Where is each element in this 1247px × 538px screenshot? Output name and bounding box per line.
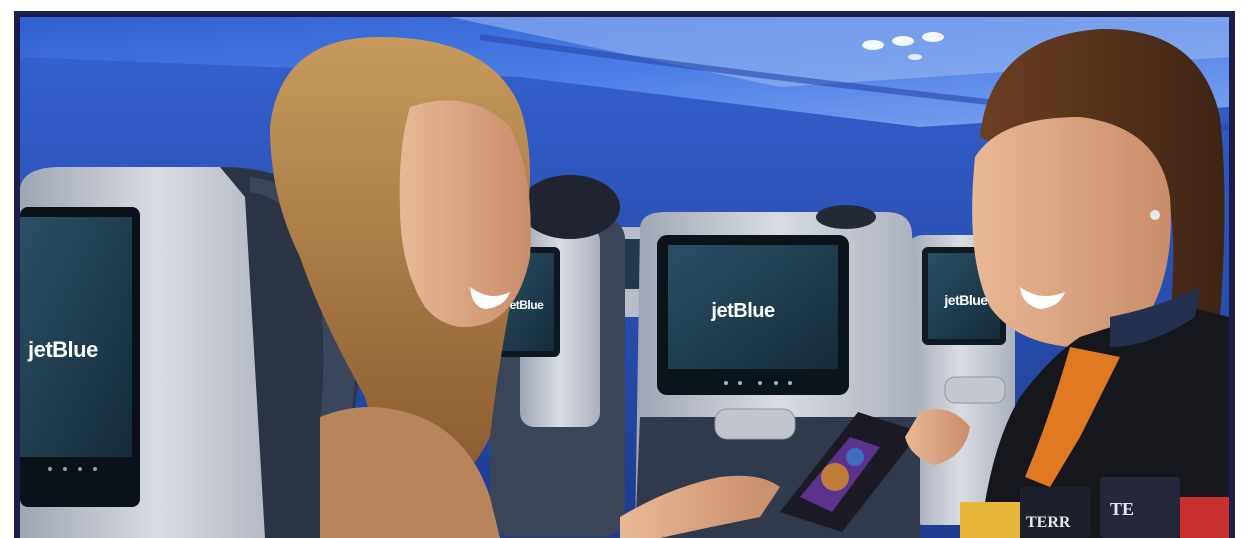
snack-label-2: TE xyxy=(1110,499,1134,519)
screen-brand-center: jetBlue xyxy=(710,300,775,322)
screen-brand-left: jetBlue xyxy=(27,337,98,362)
snack-label-1: TERR xyxy=(1026,514,1071,531)
passenger-head-background xyxy=(520,175,620,239)
cabin-photo: jetBlue jetBlue jetBlue jetBlue TERR TE xyxy=(20,17,1229,538)
screen-brand-right: jetBlue xyxy=(943,292,988,308)
photo-frame: jetBlue jetBlue jetBlue jetBlue TERR TE xyxy=(14,11,1235,538)
